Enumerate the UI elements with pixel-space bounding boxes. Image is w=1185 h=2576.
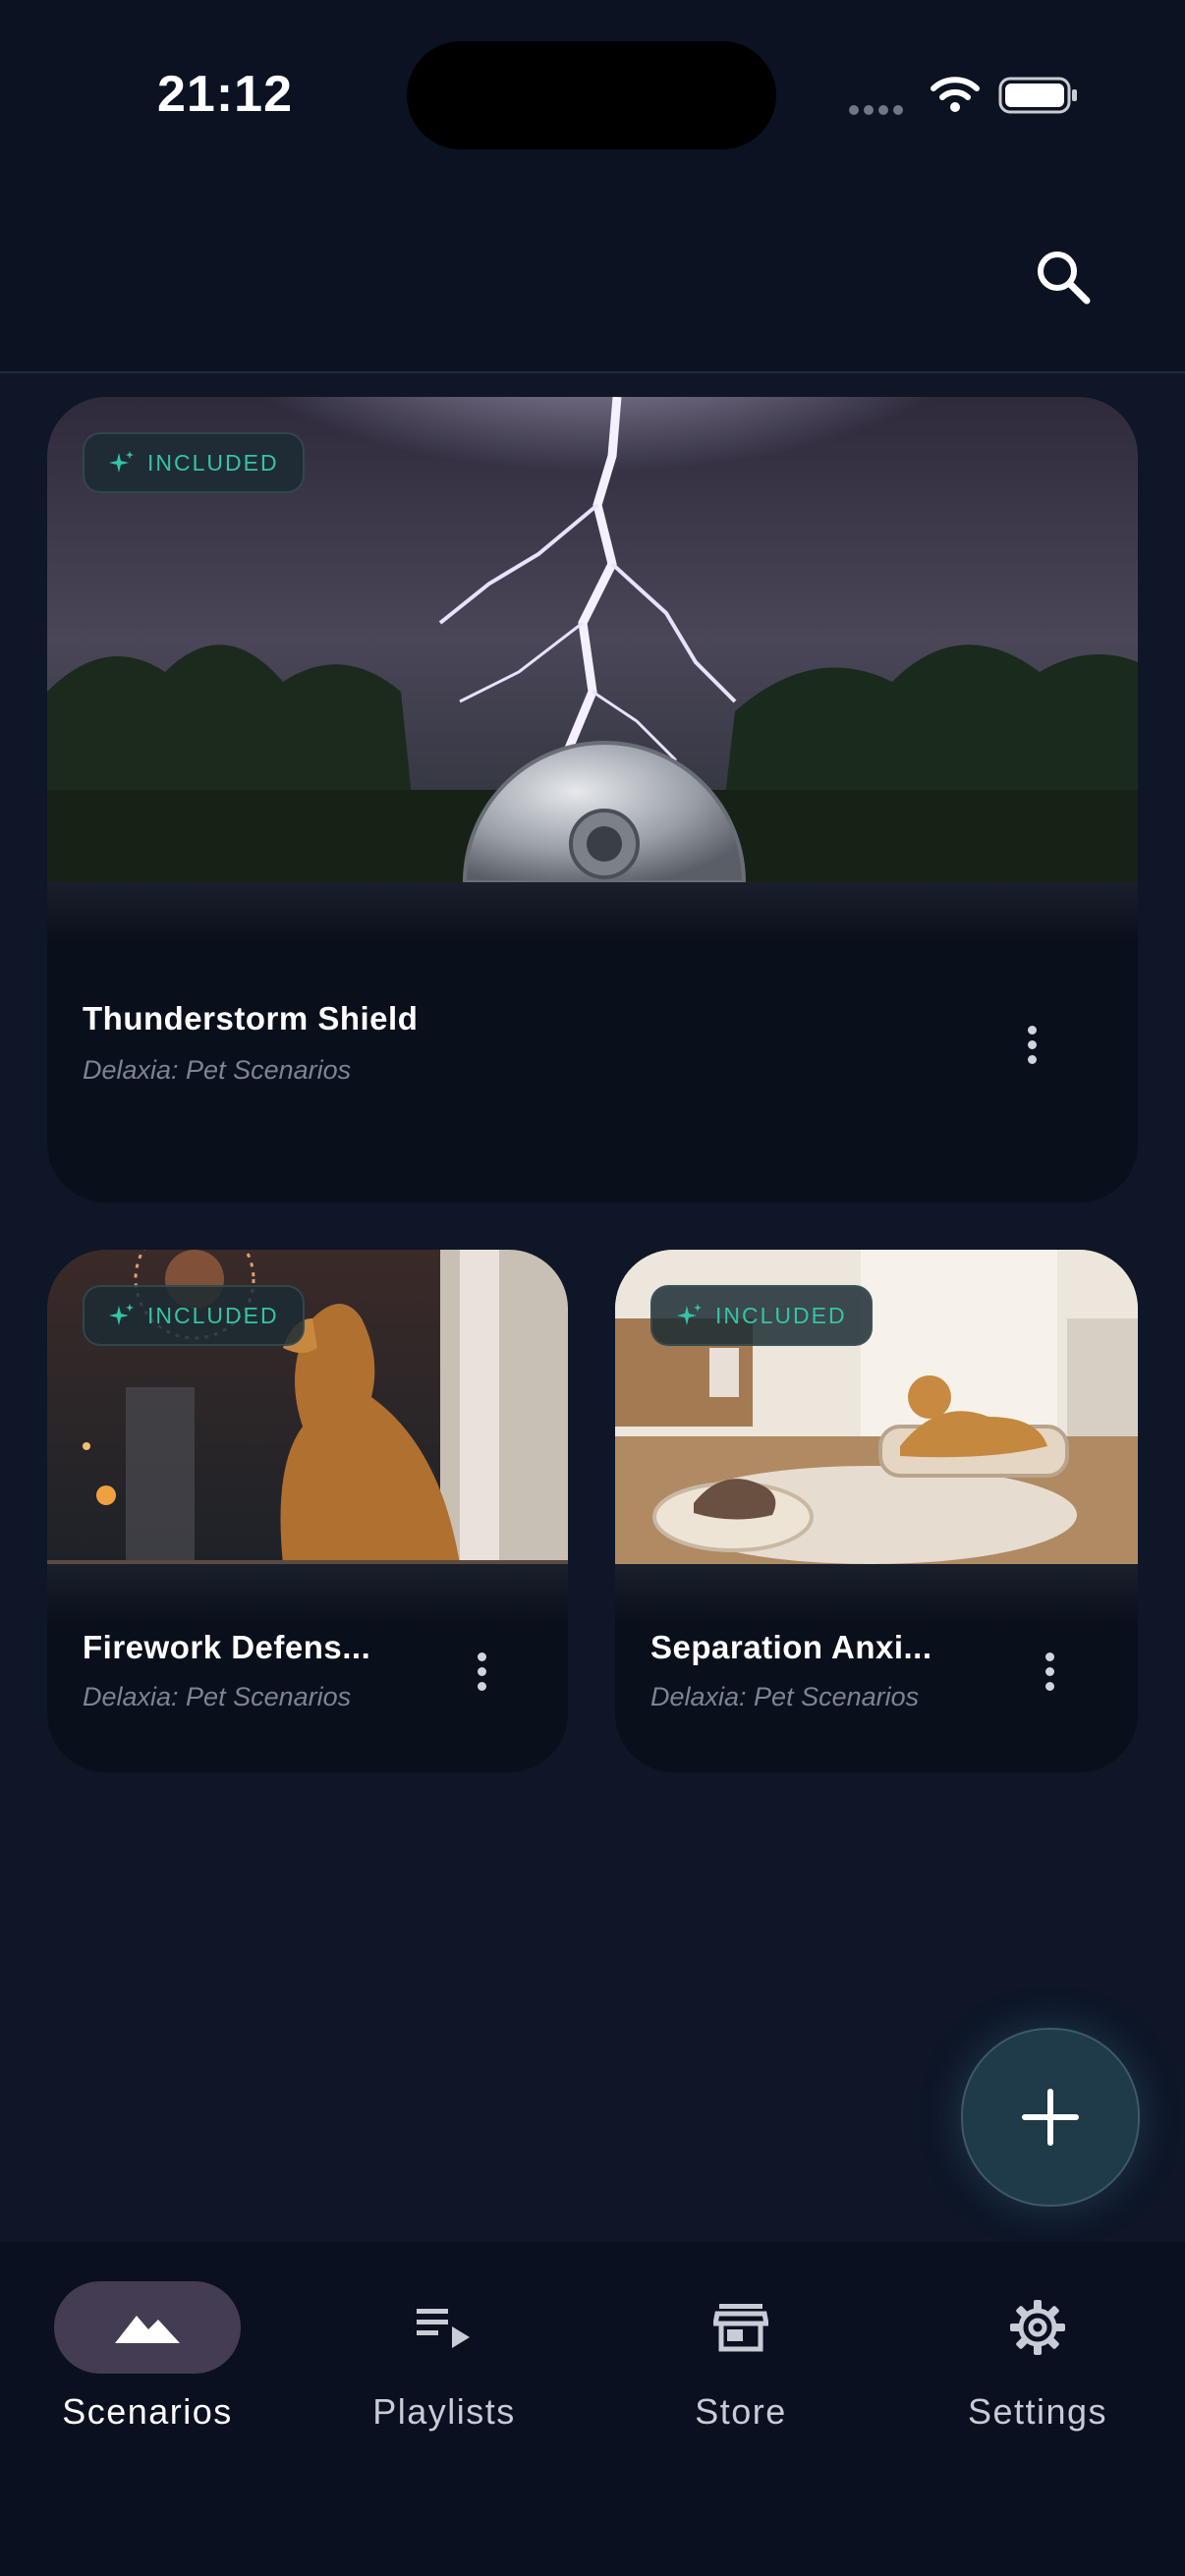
card-subtitle: Delaxia: Pet Scenarios (650, 1682, 920, 1711)
nav-label: Store (695, 2391, 787, 2432)
dynamic-island (407, 41, 776, 149)
sparkle-icon (677, 1304, 702, 1325)
signal-dots-icon (849, 102, 908, 120)
more-options-button[interactable] (1012, 1020, 1051, 1079)
search-icon (1038, 252, 1091, 305)
nav-scenarios[interactable]: Scenarios (0, 2281, 295, 2433)
status-time: 21:12 (157, 66, 293, 123)
included-badge: INCLUDED (83, 432, 305, 493)
nav-active-indicator (54, 2281, 241, 2374)
status-icons (849, 75, 1085, 118)
nav-label: Settings (967, 2391, 1108, 2432)
included-badge: INCLUDED (83, 1285, 305, 1346)
nav-settings[interactable]: Settings (890, 2281, 1185, 2433)
scenario-card-separation[interactable]: INCLUDED Separation Anxi... Delaxia: Pet… (615, 1250, 1138, 1772)
card-title: Separation Anxi... (650, 1629, 932, 1665)
nav-label: Scenarios (62, 2391, 233, 2432)
battery-icon (998, 77, 1077, 114)
badge-label: INCLUDED (147, 449, 279, 476)
card-title: Firework Defens... (83, 1629, 371, 1665)
nav-label: Playlists (372, 2391, 516, 2432)
wifi-icon (931, 77, 980, 112)
mountains-icon (115, 2316, 180, 2343)
badge-label: INCLUDED (147, 1302, 279, 1328)
scenario-card-thunderstorm[interactable]: INCLUDED Thunderstorm Shield Delaxia: Pe… (47, 397, 1138, 1203)
nav-store[interactable]: Store (593, 2281, 888, 2433)
included-badge: INCLUDED (650, 1285, 873, 1346)
add-scenario-button[interactable] (961, 2028, 1140, 2207)
badge-label: INCLUDED (715, 1302, 847, 1328)
card-subtitle: Delaxia: Pet Scenarios (83, 1682, 352, 1711)
sparkle-icon (109, 1304, 134, 1325)
card-title: Thunderstorm Shield (83, 1000, 419, 1036)
top-app-bar: 21:12 (0, 0, 1185, 373)
gear-icon (1010, 2300, 1065, 2355)
bottom-navigation: Scenarios Playlists Store Settings (0, 2242, 1185, 2576)
playlist-icon (417, 2309, 470, 2348)
plus-icon (1022, 2089, 1079, 2146)
scenario-card-firework[interactable]: INCLUDED Firework Defens... Delaxia: Pet… (47, 1250, 568, 1772)
more-options-button[interactable] (1030, 1647, 1069, 1706)
sparkle-icon (109, 451, 134, 473)
store-icon (713, 2304, 768, 2352)
nav-playlists[interactable]: Playlists (297, 2281, 592, 2433)
search-button[interactable] (1030, 244, 1099, 312)
more-options-button[interactable] (462, 1647, 501, 1706)
card-subtitle: Delaxia: Pet Scenarios (83, 1055, 352, 1085)
